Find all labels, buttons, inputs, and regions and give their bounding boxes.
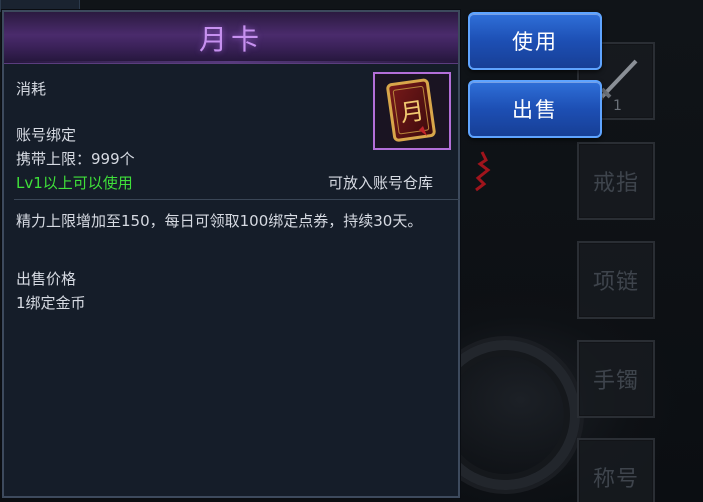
sell-price-value: 1绑定金币 [16, 294, 86, 312]
card-icon: 月 [386, 78, 436, 142]
warehouse-note: 可放入账号仓库 [328, 174, 434, 192]
ring-slot[interactable]: 戒指 [577, 142, 655, 220]
red-rune-decoration [475, 151, 491, 192]
item-stack-limit: 携带上限：999个 [16, 150, 135, 168]
sell-button[interactable]: 出售 [468, 80, 602, 138]
tooltip-divider [14, 199, 460, 200]
item-level-requirement: Lv1以上可以使用 [16, 174, 133, 192]
weapon-slot-level: 1 [613, 98, 622, 114]
ring-slot-label: 戒指 [592, 171, 639, 196]
title-slot[interactable]: 称号 [577, 438, 655, 502]
necklace-slot[interactable]: 项链 [577, 241, 655, 319]
use-button[interactable]: 使用 [468, 12, 602, 70]
bracelet-slot[interactable]: 手镯 [577, 340, 655, 418]
item-description: 精力上限增加至150，每日可领取100绑定点券，持续30天。 [16, 212, 423, 230]
bracelet-slot-label: 手镯 [592, 369, 639, 394]
svg-text:月: 月 [398, 96, 426, 127]
item-binding: 账号绑定 [16, 126, 77, 144]
tooltip-header: 月卡 [4, 12, 458, 64]
title-slot-label: 称号 [592, 467, 639, 492]
item-name: 月卡 [198, 22, 263, 56]
necklace-slot-label: 项链 [592, 270, 639, 295]
month-card-icon: 月 [373, 72, 451, 150]
item-category: 消耗 [16, 80, 47, 98]
sell-price-label: 出售价格 [16, 270, 77, 288]
item-tooltip-panel: 月卡 消耗 账号绑定 携带上限：999个 Lv1以上可以使用 可放入账号仓库 月… [2, 10, 460, 498]
